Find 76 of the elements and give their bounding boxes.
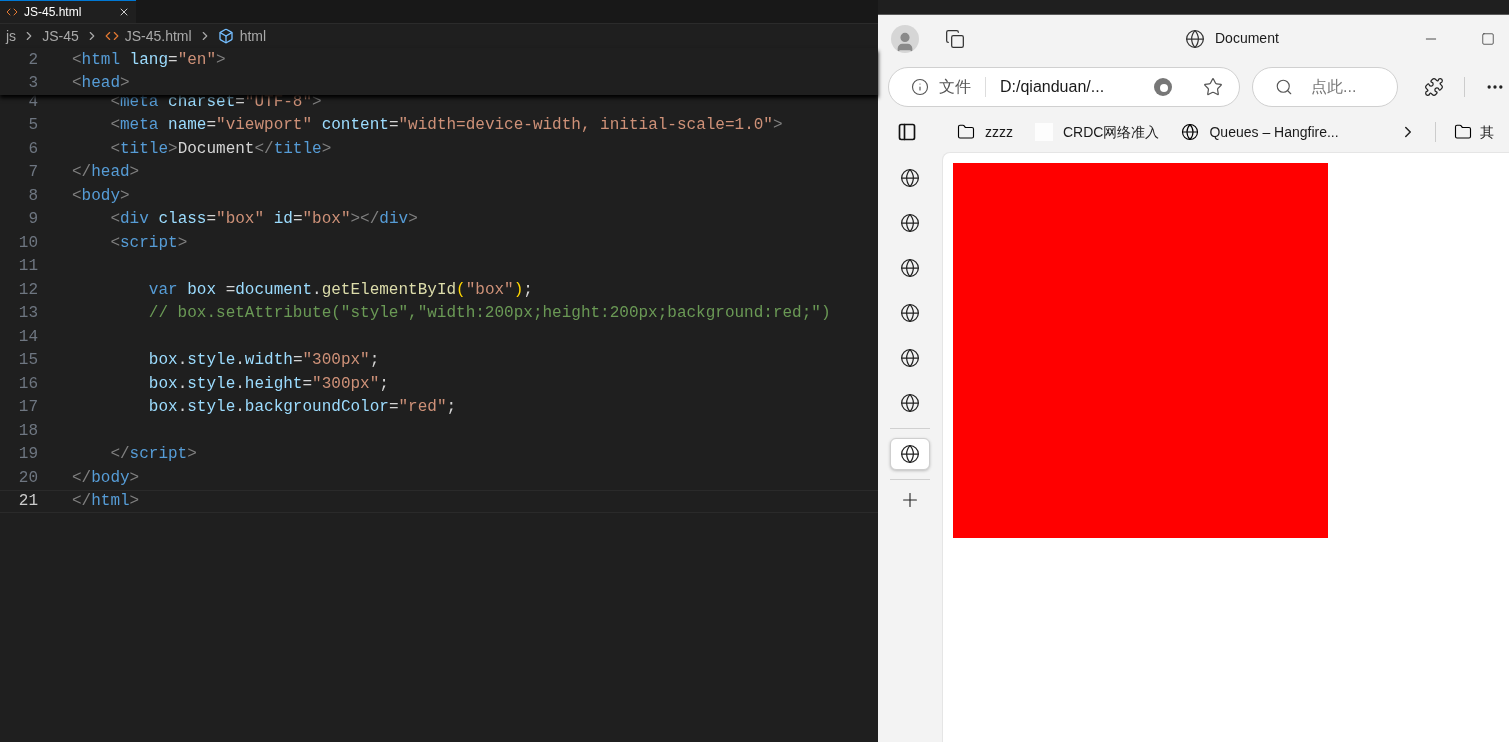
line-number: 10	[17, 232, 38, 253]
line-number: 8	[27, 185, 38, 206]
sidebar-toggle-icon[interactable]	[897, 122, 917, 142]
line-number: 11	[17, 256, 38, 277]
window-title: Document	[1215, 29, 1279, 48]
line-number: 4	[27, 91, 38, 112]
address-text: D:/qianduan/...	[1000, 77, 1105, 97]
favorite-link[interactable]: CRDC网络准入	[1063, 121, 1160, 143]
folder-icon	[957, 123, 975, 141]
breadcrumb-item[interactable]: JS-45.html	[124, 25, 192, 47]
favorite-link[interactable]: 其	[1479, 121, 1494, 143]
vertical-tab[interactable]	[890, 438, 930, 470]
code-line: <head>	[72, 73, 130, 94]
line-number: 20	[17, 467, 38, 488]
maximize-icon[interactable]	[1480, 31, 1495, 46]
code-line: box.style.width="300px";	[147, 350, 380, 371]
favorite-link[interactable]: Queues – Hangfire...	[1209, 121, 1339, 143]
tab-actions-icon[interactable]	[945, 28, 965, 49]
search-field[interactable]: 点此...	[1252, 67, 1398, 107]
globe-icon	[1185, 28, 1205, 49]
line-number: 15	[17, 350, 38, 371]
code-line: box.style.height="300px";	[147, 373, 389, 394]
line-number: 14	[17, 326, 38, 347]
scheme-label: 文件	[939, 77, 971, 97]
code-line: </head>	[72, 162, 140, 183]
code-line: <html lang="en">	[72, 49, 226, 70]
address-bar[interactable]: 文件 D:/qianduan/...	[888, 67, 1240, 107]
favorite-link[interactable]: zzzz	[985, 121, 1013, 143]
line-number: 9	[27, 209, 38, 230]
breadcrumb-item[interactable]: js	[6, 25, 17, 47]
globe-icon	[900, 393, 920, 413]
globe-icon	[900, 444, 920, 464]
close-icon[interactable]	[118, 6, 130, 18]
cube-icon	[217, 28, 234, 44]
globe-icon	[900, 213, 920, 233]
line-number: 19	[17, 444, 38, 465]
globe-icon	[1181, 123, 1200, 141]
code-line: </html>	[72, 491, 140, 512]
html-file-icon	[6, 6, 18, 18]
line-number: 16	[17, 373, 38, 394]
code-line: <div class="box" id="box"></div>	[109, 209, 418, 230]
line-number: 12	[17, 279, 38, 300]
line-number: 7	[27, 162, 38, 183]
code-line: </body>	[72, 467, 140, 488]
line-number: 18	[17, 420, 38, 441]
editor-tab[interactable]: JS-45.html	[0, 0, 136, 23]
browser-logo-icon[interactable]	[1153, 77, 1173, 97]
globe-icon	[900, 348, 920, 368]
code-line: <meta charset="UTF-8">	[109, 91, 322, 112]
code-line: var box =document.getElementById("box");	[147, 279, 533, 300]
code-line: box.style.backgroundColor="red";	[147, 397, 457, 418]
line-number: 2	[27, 49, 38, 70]
line-number: 3	[27, 73, 38, 94]
code-line: // box.setAttribute("style","width:200px;height:200px;background:red;")	[147, 303, 831, 324]
line-number: 5	[27, 115, 38, 136]
globe-icon	[900, 168, 920, 188]
breadcrumb-item[interactable]: html	[239, 25, 267, 47]
extensions-icon[interactable]	[1424, 77, 1444, 97]
breadcrumb-item[interactable]: JS-45	[42, 25, 79, 47]
globe-icon	[900, 303, 920, 323]
code-line: <meta name="viewport" content="width=device-width, initial-scale=1.0">	[109, 115, 783, 136]
search-icon	[1275, 78, 1293, 96]
globe-icon	[900, 258, 920, 278]
folder-icon	[1453, 123, 1472, 141]
code-line: </script>	[109, 444, 197, 465]
line-number: 13	[17, 303, 38, 324]
info-icon[interactable]	[911, 78, 929, 96]
line-number: 6	[27, 138, 38, 159]
code-line: <script>	[109, 232, 188, 253]
code-line: <title>Document</title>	[109, 138, 332, 159]
profile-avatar[interactable]	[891, 24, 919, 53]
code-line: <body>	[72, 185, 130, 206]
favorite-star-icon[interactable]	[1203, 77, 1223, 97]
line-number: 21	[17, 491, 38, 512]
html-file-icon	[104, 29, 119, 43]
line-number: 17	[17, 397, 38, 418]
